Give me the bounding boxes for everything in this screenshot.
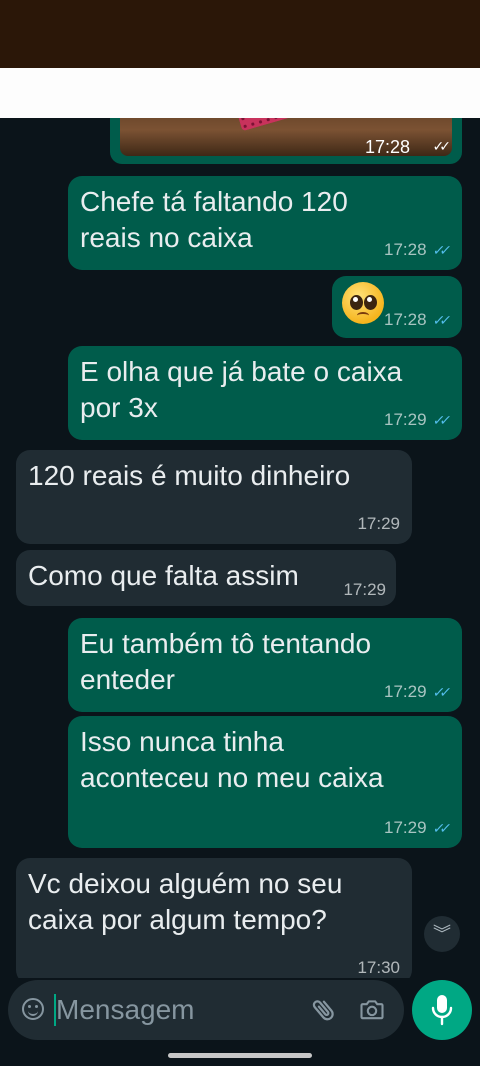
attach-icon[interactable] xyxy=(310,994,338,1026)
message-time: 17:28 xyxy=(383,310,427,329)
message-text: Chefe tá faltando 120 reais no caixa xyxy=(80,186,348,253)
message-meta: 17:29 ✓✓ xyxy=(384,818,450,838)
message-time: 17:29 xyxy=(343,580,386,599)
message-meta: 17:29 ✓✓ xyxy=(384,410,450,430)
message-text: E olha que já bate o caixa por 3x xyxy=(80,356,403,423)
message-outgoing[interactable]: Eu também tô tentando enteder 17:29 ✓✓ xyxy=(68,618,462,712)
message-meta: 17:29 xyxy=(343,580,386,600)
header-bar xyxy=(0,68,480,118)
read-ticks-icon: ✓✓ xyxy=(431,819,448,836)
message-image[interactable]: 17:28 ✓✓ xyxy=(110,118,462,164)
emoji-icon[interactable] xyxy=(22,998,44,1020)
message-time: 17:29 xyxy=(383,682,427,701)
message-text: Vc deixou alguém no seu caixa por algum … xyxy=(28,868,343,935)
message-time: 17:30 xyxy=(357,958,400,977)
message-time: 17:29 xyxy=(357,514,400,533)
camera-icon[interactable] xyxy=(358,996,386,1024)
message-text: 120 reais é muito dinheiro xyxy=(28,460,351,491)
message-composer[interactable] xyxy=(8,980,404,1040)
message-input[interactable] xyxy=(54,990,296,1030)
message-meta: 17:29 ✓✓ xyxy=(384,682,450,702)
pleading-face-icon xyxy=(342,282,384,324)
message-meta: 17:29 xyxy=(357,514,400,534)
message-incoming[interactable]: Vc deixou alguém no seu caixa por algum … xyxy=(16,858,412,978)
chat-area[interactable]: 17:28 ✓✓ Chefe tá faltando 120 reais no … xyxy=(0,118,480,978)
message-outgoing[interactable]: E olha que já bate o caixa por 3x 17:29 … xyxy=(68,346,462,440)
message-meta: 17:28 ✓✓ xyxy=(384,310,450,330)
message-incoming[interactable]: 120 reais é muito dinheiro 17:29 xyxy=(16,450,412,544)
message-text: Eu também tô tentando enteder xyxy=(80,628,372,695)
message-outgoing[interactable]: Chefe tá faltando 120 reais no caixa 17:… xyxy=(68,176,462,270)
message-meta: 17:30 xyxy=(357,958,400,978)
double-chevron-down-icon: ︾ xyxy=(433,924,451,944)
mic-icon xyxy=(431,995,453,1026)
message-text: Como que falta assim xyxy=(28,560,299,591)
scroll-to-bottom-button[interactable]: ︾ xyxy=(424,916,460,952)
top-status-area xyxy=(0,0,480,68)
read-ticks-icon: ✓✓ xyxy=(431,311,448,328)
message-time: 17:29 xyxy=(383,818,427,837)
message-time: 17:28 xyxy=(364,137,410,157)
calculator-in-photo xyxy=(235,118,297,132)
message-incoming[interactable]: Como que falta assim 17:29 xyxy=(16,550,396,606)
message-text: Isso nunca tinha aconteceu no meu caixa xyxy=(80,726,384,793)
text-cursor xyxy=(54,994,56,1026)
mic-button[interactable] xyxy=(412,980,472,1040)
message-time: 17:28 xyxy=(383,240,427,259)
read-ticks-icon: ✓✓ xyxy=(431,411,448,428)
home-indicator xyxy=(168,1053,312,1058)
message-outgoing[interactable]: Isso nunca tinha aconteceu no meu caixa … xyxy=(68,716,462,848)
read-ticks-icon: ✓✓ xyxy=(431,241,448,258)
read-ticks-icon: ✓✓ xyxy=(431,683,448,700)
message-outgoing-emoji[interactable]: 17:28 ✓✓ xyxy=(332,276,462,338)
message-meta: 17:28 ✓✓ xyxy=(384,240,450,260)
message-time: 17:29 xyxy=(383,410,427,429)
read-ticks-icon: ✓✓ xyxy=(432,138,452,154)
